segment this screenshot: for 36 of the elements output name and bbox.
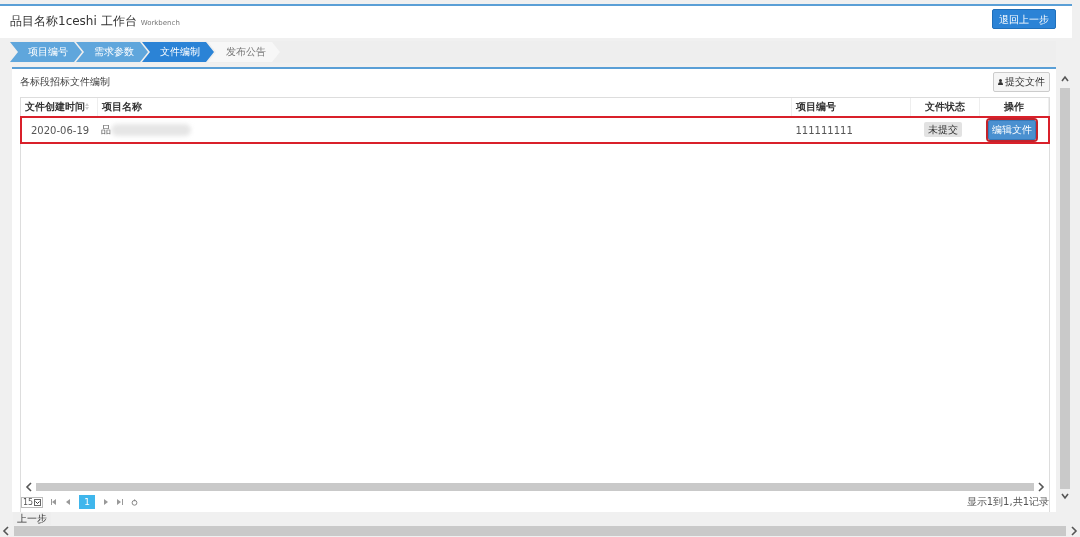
page-horizontal-scrollbar[interactable] (14, 526, 1066, 536)
edit-file-button[interactable]: 编辑文件 (988, 120, 1036, 140)
page-title: 品目名称1ceshi 工作台 (10, 13, 137, 30)
status-badge: 未提交 (924, 122, 962, 137)
scroll-right-icon[interactable] (1037, 482, 1045, 492)
column-header: 项目名称 (101, 101, 142, 112)
vertical-scrollbar[interactable] (1060, 88, 1070, 489)
column-header: 文件状态 (925, 101, 965, 112)
table-cell: 2020-06-19 (31, 124, 90, 136)
step-tab[interactable]: 需求参数 (76, 42, 148, 62)
table-cell: 品 (101, 123, 112, 137)
refresh-icon[interactable] (130, 498, 138, 506)
previous-page-icon[interactable] (65, 499, 72, 505)
user-icon (998, 79, 1003, 85)
column-header: 操作 (1004, 101, 1024, 112)
page-scroll-left-icon[interactable] (2, 526, 10, 536)
first-page-icon[interactable] (51, 499, 58, 505)
step-tab[interactable]: 发布公告 (208, 42, 280, 62)
column-header[interactable]: 文件创建时间 (25, 101, 85, 112)
submit-file-button[interactable]: 提交文件 (993, 72, 1050, 92)
table-cell: 111111111 (795, 124, 853, 136)
page-scroll-right-icon[interactable] (1070, 526, 1078, 536)
record-count: 显示1到1,共1记录 (966, 495, 1049, 509)
next-page-icon[interactable] (102, 499, 109, 505)
scroll-left-icon[interactable] (25, 482, 33, 492)
step-tab[interactable]: 项目编号 (10, 42, 82, 62)
step-tab[interactable]: 文件编制 (142, 42, 214, 62)
panel-title: 各标段招标文件编制 (20, 75, 110, 89)
dropdown-icon[interactable] (34, 498, 42, 506)
page-size-select[interactable]: 15 (21, 496, 44, 508)
horizontal-scrollbar[interactable] (36, 483, 1034, 491)
scroll-down-icon[interactable] (1061, 492, 1069, 502)
back-button[interactable]: 退回上一步 (992, 9, 1056, 29)
column-header: 项目编号 (796, 101, 836, 112)
last-page-icon[interactable] (116, 499, 123, 505)
page-number[interactable]: 1 (79, 495, 95, 509)
